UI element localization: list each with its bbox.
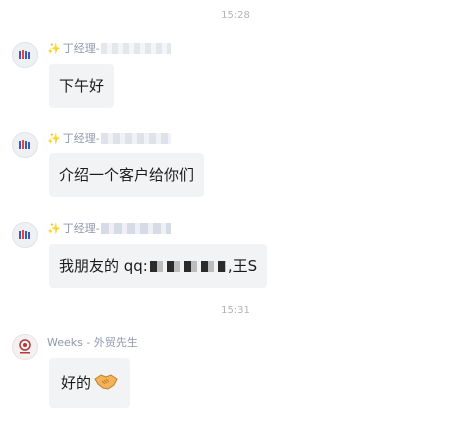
message-bubble[interactable]: 下午好 [49,64,115,108]
handshake-icon [94,371,118,396]
sparkle-icon: ✨ [47,131,61,145]
timestamp: 15:31 [221,305,250,316]
message-bubble[interactable]: 介绍一个客户给你们 [49,153,205,197]
sender-avatar[interactable] [12,42,38,68]
company-logo-icon [19,140,30,149]
message-bubble[interactable]: 我朋友的 qq: ,王S [49,244,268,288]
message-bubble[interactable]: 好的 [49,358,131,408]
weeks-logo-icon [19,339,31,354]
sender-name: 丁经理- [62,42,100,55]
redacted-name [100,132,171,144]
sender-name: 丁经理- [62,132,100,145]
message-text: 下午好 [59,77,105,95]
company-logo-icon [19,50,30,59]
redacted-qq-number [149,260,226,272]
redacted-name [100,222,171,234]
sender-name-row: ✨ 丁经理- [47,221,171,235]
sender-name-row: ✨ 丁经理- [47,131,171,145]
sparkle-icon: ✨ [47,221,61,235]
sender-avatar[interactable] [12,334,38,360]
timestamp: 15:28 [221,10,250,21]
message-text-prefix: 我朋友的 qq: [59,257,148,275]
sparkle-icon: ✨ [47,41,61,55]
message-text: 介绍一个客户给你们 [59,166,195,184]
message-text-suffix: ,王S [227,257,258,275]
sender-name: 丁经理- [62,222,100,235]
company-logo-icon [19,230,30,239]
message-text: 好的 [61,374,92,392]
sender-name-row: ✨ 丁经理- [47,41,171,55]
sender-name: Weeks - 外贸先生 [47,336,138,349]
redacted-name [100,42,171,54]
sender-avatar[interactable] [12,132,38,158]
sender-name-row: Weeks - 外贸先生 [47,335,138,349]
sender-avatar[interactable] [12,222,38,248]
